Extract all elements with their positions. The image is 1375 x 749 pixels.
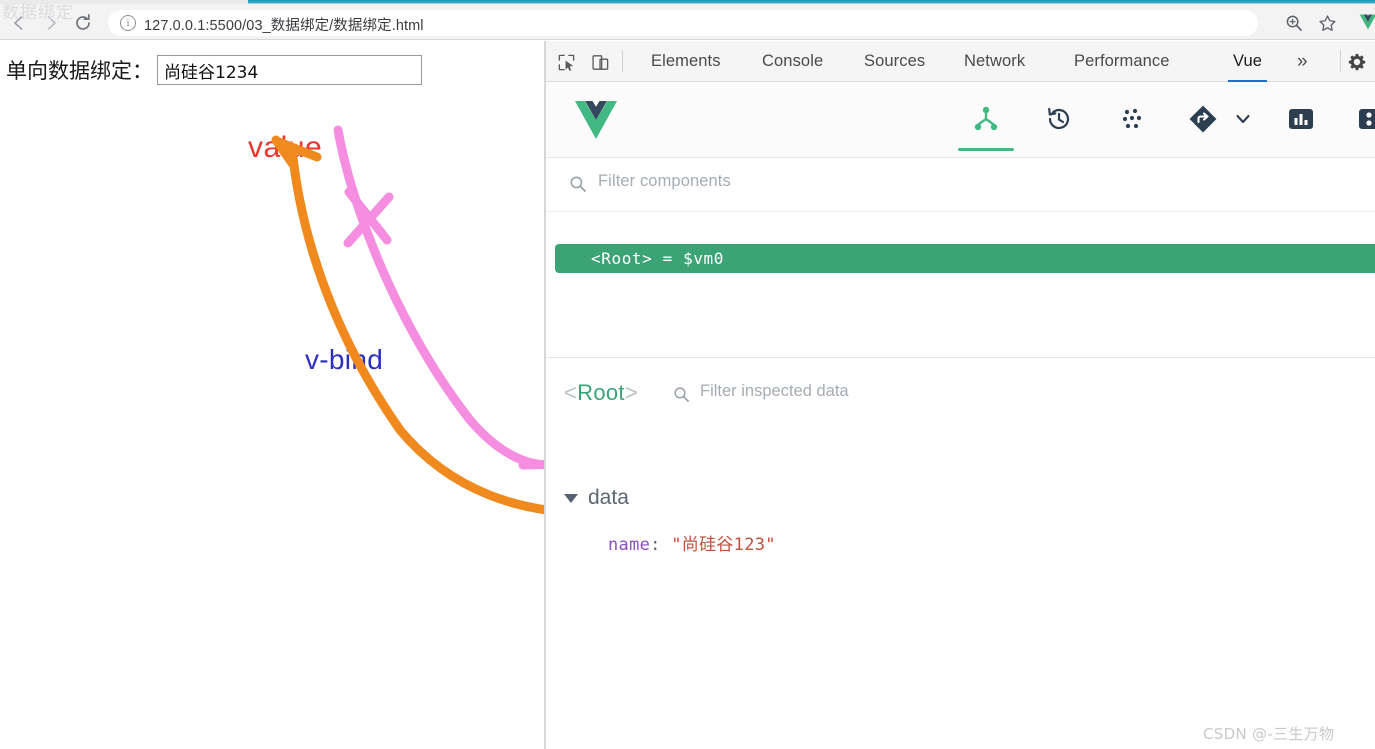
search-icon (672, 385, 690, 403)
caret-down-icon (564, 493, 578, 503)
zoom-icon[interactable] (1284, 13, 1304, 33)
tab-vue[interactable]: Vue (1224, 41, 1271, 82)
footer-watermark: CSDN @-三生万物 (1203, 725, 1335, 743)
more-tabs-icon[interactable]: » (1289, 41, 1316, 82)
component-tree-row-root[interactable]: <Root> = $vm0 (555, 244, 1375, 273)
vue-panel-header (546, 82, 1375, 158)
vue-devtools-extension-icon[interactable] (1358, 12, 1375, 32)
filter-components-bar[interactable]: Filter components (546, 158, 1375, 212)
data-property-separator: : (650, 535, 661, 555)
tab-network[interactable]: Network (955, 41, 1034, 82)
address-bar[interactable]: i 127.0.0.1:5500/03_数据绑定/数据绑定.html (108, 10, 1258, 36)
toolbar-separator-left (622, 50, 623, 72)
data-property-key: name (608, 535, 651, 555)
settings-puzzle-icon[interactable] (1354, 96, 1375, 142)
top-watermark: 数据绑定 (2, 3, 74, 23)
tab-console[interactable]: Console (753, 41, 832, 82)
devtools-panel: Elements Console Sources Network Perform… (546, 41, 1375, 749)
device-toolbar-icon[interactable] (588, 50, 612, 74)
component-tree: <Root> = $vm0 (546, 212, 1375, 358)
chevron-down-icon[interactable] (1231, 96, 1255, 142)
open-bracket: < (564, 380, 578, 405)
annotation-value-text: value (248, 131, 323, 164)
tab-elements[interactable]: Elements (642, 41, 730, 82)
inspector-header: <Root> Filter inspected data (546, 358, 1375, 430)
component-tree-icon[interactable] (958, 96, 1014, 151)
data-section-toggle[interactable]: data (564, 486, 629, 510)
filter-inspected-data-input[interactable]: Filter inspected data (700, 382, 849, 401)
inspected-component-name: <Root> (564, 380, 638, 406)
url-text: 127.0.0.1:5500/03_数据绑定/数据绑定.html (144, 18, 424, 34)
devtools-tab-bar: Elements Console Sources Network Perform… (546, 41, 1375, 82)
performance-chart-icon[interactable] (1286, 96, 1316, 142)
component-name-text: Root (577, 380, 625, 405)
timeline-history-icon[interactable] (1041, 96, 1077, 142)
inspect-element-icon[interactable] (554, 50, 578, 74)
component-tree-row-label: <Root> = $vm0 (591, 249, 725, 268)
page-info-icon[interactable]: i (120, 15, 136, 31)
star-icon[interactable] (1317, 13, 1337, 33)
binding-label: 单向数据绑定： (6, 59, 153, 83)
one-way-binding-row: 单向数据绑定： (6, 55, 422, 85)
annotation-vbind-text: v-bind (305, 344, 384, 375)
router-icon[interactable] (1187, 96, 1219, 142)
browser-toolbar: i 127.0.0.1:5500/03_数据绑定/数据绑定.html 数据绑定 (0, 3, 1375, 40)
inspected-data-panel: <Root> Filter inspected data data name: … (546, 358, 1375, 749)
data-property-value: "尚硅谷123" (671, 535, 776, 555)
reload-icon[interactable] (72, 12, 94, 34)
tab-sources[interactable]: Sources (855, 41, 934, 82)
filter-components-input[interactable]: Filter components (598, 172, 731, 191)
web-page-content: 单向数据绑定： value v-bind (0, 41, 545, 749)
vuex-icon[interactable] (1116, 96, 1148, 142)
close-bracket: > (624, 380, 638, 405)
toolbar-separator-right (1340, 50, 1341, 72)
tab-performance[interactable]: Performance (1065, 41, 1179, 82)
binding-input[interactable] (157, 55, 422, 85)
screenshot-root: i 127.0.0.1:5500/03_数据绑定/数据绑定.html 数据绑定 … (0, 0, 1375, 749)
data-property-row[interactable]: name: "尚硅谷123" (608, 530, 776, 555)
vue-logo-icon (572, 98, 620, 142)
gear-icon[interactable] (1346, 51, 1368, 73)
search-icon (568, 174, 588, 194)
data-section-label: data (588, 486, 629, 509)
